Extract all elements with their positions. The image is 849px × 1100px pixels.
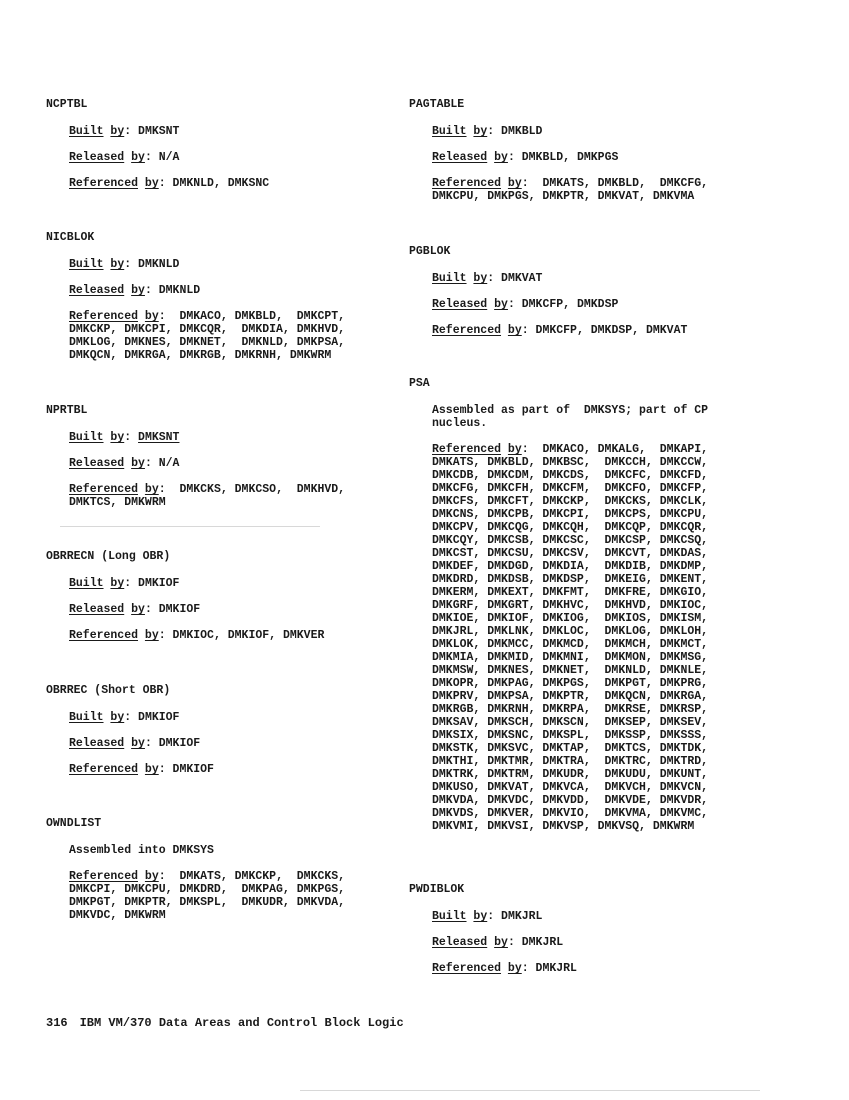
referenced-by-line: Referenced by: DMKACO, DMKBLD, DMKCPT, D…: [69, 310, 346, 362]
released-by-line: Released by: DMKIOF: [69, 603, 201, 616]
entry-title: PSA: [409, 377, 430, 390]
built-by-value: DMKSNT: [138, 125, 180, 138]
page-footer: 316 IBM VM/370 Data Areas and Control Blo…: [46, 1016, 404, 1030]
referenced-by-line: Referenced by: DMKIOC, DMKIOF, DMKVER: [69, 629, 325, 642]
released-by-line: Released by: N/A: [69, 457, 180, 470]
referenced-by-line: Referenced by: DMKATS, DMKCKP, DMKCKS, D…: [69, 870, 346, 922]
entry-ncptbl: NCPTBL Built by: DMKSNT Released by: N/A…: [46, 98, 396, 190]
entry-title: OBRREC (Short OBR): [46, 684, 171, 697]
built-by-line: Built by: DMKIOF: [69, 577, 180, 590]
built-by-value: DMKIOF: [138, 711, 180, 724]
built-by-value: DMKNLD: [138, 258, 180, 271]
referenced-by-value: DMKIOF: [172, 763, 214, 776]
assembled-note: Assembled into DMKSYS: [69, 844, 214, 857]
built-by-value: DMKIOF: [138, 577, 180, 590]
assembled-note: Assembled as part of DMKSYS; part of CP …: [432, 404, 709, 430]
referenced-by-line: Referenced by: DMKATS, DMKBLD, DMKCFG, D…: [432, 177, 709, 203]
referenced-by-line: Referenced by: DMKCFP, DMKDSP, DMKVAT: [432, 324, 688, 337]
referenced-by-value: DMKJRL: [535, 962, 577, 975]
entry-title: OBRRECN (Long OBR): [46, 550, 171, 563]
released-by-line: Released by: DMKNLD: [69, 284, 201, 297]
referenced-by-line: Referenced by: DMKACO, DMKALG, DMKAPI, D…: [432, 443, 709, 833]
entry-pgblok: PGBLOK Built by: DMKVAT Released by: DMK…: [409, 245, 769, 337]
released-by-line: Released by: N/A: [69, 151, 180, 164]
built-by-line: Built by: DMKSNT: [69, 125, 180, 138]
built-label: Built: [69, 125, 104, 138]
built-by-value: DMKSNT: [138, 431, 180, 444]
entry-owndlist: OWNDLIST Assembled into DMKSYS Reference…: [46, 817, 396, 922]
entry-obrrec: OBRREC (Short OBR) Built by: DMKIOF Rele…: [46, 684, 396, 776]
built-by-line: Built by: DMKBLD: [432, 125, 543, 138]
footer-title: IBM VM/370 Data Areas and Control Block …: [79, 1016, 404, 1030]
entry-psa: PSA Assembled as part of DMKSYS; part of…: [409, 377, 769, 833]
entry-nprtbl: NPRTBL Built by: DMKSNT Released by: N/A…: [46, 404, 396, 509]
scan-artifact: [300, 1090, 760, 1091]
built-by-line: Built by: DMKNLD: [69, 258, 180, 271]
released-by-line: Released by: DMKBLD, DMKPGS: [432, 151, 619, 164]
built-by-value: DMKJRL: [501, 910, 543, 923]
entry-title: PGBLOK: [409, 245, 451, 258]
built-by-value: DMKBLD: [501, 125, 543, 138]
built-by-line: Built by: DMKVAT: [432, 272, 543, 285]
released-by-value: DMKIOF: [158, 603, 201, 616]
entry-obrrecn: OBRRECN (Long OBR) Built by: DMKIOF Rele…: [46, 550, 396, 642]
released-by-value: DMKBLD, DMKPGS: [521, 151, 619, 164]
built-by-line: Built by: DMKJRL: [432, 910, 543, 923]
built-by-line: Built by: DMKSNT: [69, 431, 180, 444]
released-label: Released: [69, 151, 125, 164]
referenced-by-line: Referenced by: DMKNLD, DMKSNC: [69, 177, 270, 190]
released-by-line: Released by: DMKIOF: [69, 737, 201, 750]
released-by-value: N/A: [158, 457, 180, 470]
released-by-value: DMKCFP, DMKDSP: [521, 298, 619, 311]
entry-pwdiblok: PWDIBLOK Built by: DMKJRL Released by: D…: [409, 883, 769, 975]
entry-title: PWDIBLOK: [409, 883, 465, 896]
referenced-label: Referenced: [69, 177, 139, 190]
released-by-value: DMKIOF: [158, 737, 201, 750]
referenced-by-line: Referenced by: DMKJRL: [432, 962, 577, 975]
entry-title: NCPTBL: [46, 98, 88, 111]
entry-pagtable: PAGTABLE Built by: DMKBLD Released by: D…: [409, 98, 769, 203]
released-by-value: DMKJRL: [521, 936, 564, 949]
entry-title: NICBLOK: [46, 231, 95, 244]
built-by-line: Built by: DMKIOF: [69, 711, 180, 724]
released-by-line: Released by: DMKCFP, DMKDSP: [432, 298, 619, 311]
referenced-by-value: DMKNLD, DMKSNC: [172, 177, 270, 190]
entry-title: OWNDLIST: [46, 817, 102, 830]
released-by-value: N/A: [158, 151, 180, 164]
referenced-by-value: DMKIOC, DMKIOF, DMKVER: [172, 629, 325, 642]
referenced-by-value: DMKCFP, DMKDSP, DMKVAT: [535, 324, 688, 337]
referenced-by-line: Referenced by: DMKIOF: [69, 763, 214, 776]
referenced-by-value: DMKACO, DMKALG, DMKAPI, DMKATS, DMKBLD, …: [432, 443, 709, 833]
referenced-by-line: Referenced by: DMKCKS, DMKCSO, DMKHVD, D…: [69, 483, 346, 509]
released-by-value: DMKNLD: [158, 284, 201, 297]
scan-artifact: [60, 526, 320, 527]
entry-nicblok: NICBLOK Built by: DMKNLD Released by: DM…: [46, 231, 396, 362]
built-by-value: DMKVAT: [501, 272, 543, 285]
entry-title: PAGTABLE: [409, 98, 465, 111]
entry-title: NPRTBL: [46, 404, 88, 417]
released-by-line: Released by: DMKJRL: [432, 936, 564, 949]
page-number: 316: [46, 1016, 68, 1030]
